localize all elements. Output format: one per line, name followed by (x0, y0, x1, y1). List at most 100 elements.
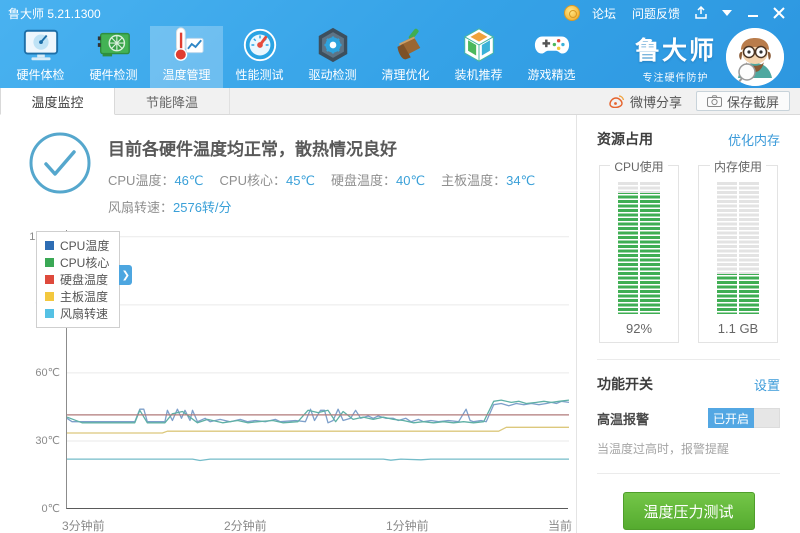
thermometer-chart-icon (168, 26, 206, 64)
settings-link[interactable]: 设置 (754, 375, 780, 394)
toolbar-item-performance[interactable]: 性能测试 (223, 26, 296, 88)
temp-metrics: CPU温度：46℃ CPU核心：45℃ 硬盘温度：40℃ 主板温度：34℃ (108, 170, 551, 189)
monitor-gauge-icon (22, 26, 60, 64)
main-panel: 目前各硬件温度均正常，散热情况良好 CPU温度：46℃ CPU核心：45℃ 硬盘温度… (0, 115, 577, 533)
legend-label: CPU温度 (60, 239, 110, 253)
temp-metric: CPU温度：46℃ (108, 173, 204, 188)
app-header: 鲁大师 5.21.1300 论坛 问题反馈 硬件体检 硬件检测 温度管理 性能测… (0, 0, 800, 88)
stress-test-button[interactable]: 温度压力测试 (622, 492, 755, 530)
gauge-value: 1.1 GB (717, 321, 759, 336)
temp-metric: CPU核心：45℃ (219, 173, 316, 188)
feedback-link[interactable]: 问题反馈 (632, 5, 680, 22)
gauge-label: 内存使用 (699, 158, 777, 175)
close-button[interactable] (766, 3, 792, 23)
alarm-switch-row: 高温报警 已开启 (597, 408, 780, 428)
tab-energy-cooling[interactable]: 节能降温 (115, 88, 230, 114)
legend-item[interactable]: CPU核心 (45, 254, 109, 271)
gauge-bars (717, 182, 759, 314)
legend-swatch (45, 275, 54, 284)
sidebar: 资源占用 优化内存 CPU使用 92% 内存使用 1.1 GB 功能开关 设置 高温报… (577, 115, 800, 533)
tabbar-spacer (230, 88, 609, 114)
status-headline: 目前各硬件温度均正常，散热情况良好 (108, 140, 397, 159)
gauge-bars (618, 182, 660, 314)
window-title: 鲁大师 5.21.1300 (8, 6, 101, 21)
alarm-toggle-track (754, 408, 780, 428)
toolbar-item-label: 温度管理 (162, 68, 211, 82)
temp-metric: 主板温度：34℃ (441, 173, 536, 188)
gauge-value: 92% (625, 321, 653, 336)
toolbar-item-label: 硬件体检 (16, 68, 65, 82)
resource-gauges: CPU使用 92% 内存使用 1.1 GB (597, 160, 780, 343)
tabbar: 温度监控 节能降温 微博分享 保存截屏 (0, 88, 800, 115)
resource-section-header: 资源占用 优化内存 (597, 129, 780, 149)
share-upload-icon[interactable] (688, 3, 714, 23)
gauge-label: CPU使用 (600, 158, 678, 175)
toolbar-item-label: 装机推荐 (454, 68, 503, 82)
forum-link[interactable]: 论坛 (592, 5, 616, 22)
resource-gauge: 内存使用 1.1 GB (698, 160, 778, 343)
gear-hexagon-icon (314, 26, 352, 64)
toolbar-item-temperature[interactable]: 温度管理 (150, 26, 223, 88)
toolbar-item-driver[interactable]: 驱动检测 (296, 26, 369, 88)
sidebar-divider (597, 473, 780, 474)
resource-gauge: CPU使用 92% (599, 160, 679, 343)
legend-swatch (45, 258, 54, 267)
app-window: 鲁大师 5.21.1300 论坛 问题反馈 硬件体检 硬件检测 温度管理 性能测… (0, 0, 800, 533)
fan-speed-value: 2576转/分 (173, 200, 232, 215)
chart-legend: ❯ CPU温度 CPU核心硬盘温度主板温度风扇转速 (36, 231, 133, 328)
cube-icon (460, 26, 498, 64)
legend-label: 风扇转速 (60, 307, 109, 321)
status-text: 目前各硬件温度均正常，散热情况良好 CPU温度：46℃ CPU核心：45℃ 硬盘温度… (108, 131, 551, 216)
toolbar-item-hardware-detect[interactable]: 硬件检测 (77, 26, 150, 88)
temperature-chart: 0℃30℃60℃90℃120℃ 3分钟前2分钟前1分钟前当前 ❯ CPU温度CP… (28, 230, 576, 533)
toolbar-item-games[interactable]: 游戏精选 (515, 26, 588, 88)
switches-title: 功能开关 (597, 376, 653, 392)
toolbar-item-build-recommend[interactable]: 装机推荐 (442, 26, 515, 88)
legend-swatch (45, 309, 54, 318)
series-line-风扇转速 (67, 458, 569, 462)
legend-swatch (45, 241, 54, 250)
legend-item[interactable]: CPU温度 (45, 237, 109, 254)
brand-name: 鲁大师 (634, 36, 716, 65)
series-line-CPU核心 (67, 399, 569, 424)
weibo-share-link[interactable]: 微博分享 (609, 88, 682, 114)
x-tick-label: 当前 (547, 519, 572, 533)
toolbar-item-label: 硬件检测 (89, 68, 138, 82)
toolbar-item-hardware-checkup[interactable]: 硬件体检 (4, 26, 77, 88)
temp-metric: 硬盘温度：40℃ (331, 173, 426, 188)
weibo-icon (609, 95, 625, 108)
graphics-card-icon (95, 26, 133, 64)
save-screenshot-button[interactable]: 保存截屏 (695, 91, 790, 111)
x-tick-label: 3分钟前 (62, 519, 105, 533)
brand-slogan: 专注硬件防护 (642, 72, 709, 84)
alarm-toggle-state: 已开启 (708, 408, 754, 428)
alarm-toggle[interactable]: 已开启 (708, 408, 780, 428)
legend-item[interactable]: 主板温度 (45, 288, 109, 305)
tab-temperature-monitor[interactable]: 温度监控 (0, 88, 115, 115)
y-tick-label: 60℃ (35, 366, 60, 379)
legend-item[interactable]: 风扇转速 (45, 305, 109, 322)
toolbar: 硬件体检 硬件检测 温度管理 性能测试 驱动检测 清理优化 装机推荐 游戏精选 … (0, 26, 800, 88)
legend-label: 硬盘温度 (60, 273, 109, 287)
weibo-share-label: 微博分享 (629, 94, 682, 110)
medal-icon[interactable] (563, 5, 580, 21)
alarm-label: 高温报警 (597, 411, 650, 427)
save-screenshot-label: 保存截屏 (726, 94, 779, 110)
gamepad-icon (533, 26, 571, 64)
optimize-memory-link[interactable]: 优化内存 (728, 130, 780, 149)
legend-collapse-arrow[interactable]: ❯ (119, 265, 133, 285)
minimize-button[interactable] (740, 3, 766, 23)
legend-label: CPU核心 (60, 256, 110, 270)
x-axis-labels: 3分钟前 2分钟前 1分钟前 当前 (62, 517, 572, 533)
legend-item[interactable]: 硬盘温度 (45, 271, 109, 288)
toolbar-item-label: 驱动检测 (308, 68, 357, 82)
toolbar-item-cleanup[interactable]: 清理优化 (369, 26, 442, 88)
legend-label: 主板温度 (60, 290, 109, 304)
content: 目前各硬件温度均正常，散热情况良好 CPU温度：46℃ CPU核心：45℃ 硬盘温度… (0, 115, 800, 533)
check-circle-icon (28, 131, 92, 200)
broom-icon (387, 26, 425, 64)
fan-speed-line: 风扇转速：2576转/分 (108, 197, 551, 216)
caret-down-icon[interactable] (714, 3, 740, 23)
switches-section-header: 功能开关 设置 (597, 374, 780, 394)
status-row: 目前各硬件温度均正常，散热情况良好 CPU温度：46℃ CPU核心：45℃ 硬盘温度… (28, 131, 576, 216)
